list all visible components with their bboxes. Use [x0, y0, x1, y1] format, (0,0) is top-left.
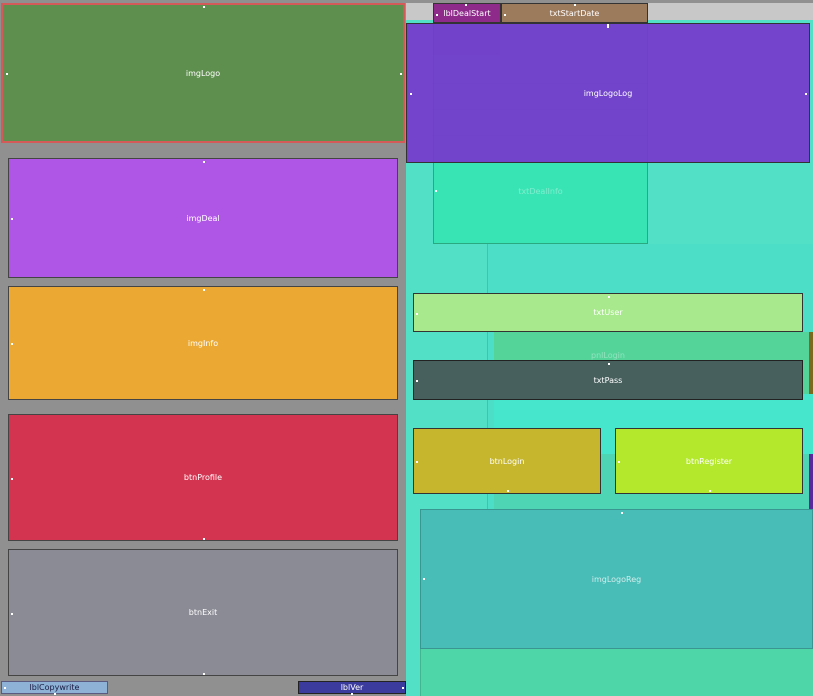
resize-handle[interactable] — [4, 687, 6, 689]
resize-handle[interactable] — [618, 461, 620, 463]
start-date-field-text: txtStartDate — [549, 8, 600, 18]
copyright-label-text: lblCopywrite — [29, 683, 80, 692]
copyright-label[interactable]: lblCopywrite — [1, 681, 108, 695]
resize-handle[interactable] — [709, 490, 711, 492]
deal-image-label: imgDeal — [186, 213, 220, 223]
profile-button-label: btnProfile — [183, 473, 223, 482]
resize-handle[interactable] — [416, 380, 418, 382]
resize-handle[interactable] — [203, 673, 205, 675]
deal-info-field-text: txtDealInfo — [518, 186, 563, 196]
resize-handle[interactable] — [11, 218, 13, 220]
register-panel-footer — [420, 649, 813, 696]
logo-image-label: imgLogo — [185, 68, 221, 78]
resize-handle[interactable] — [621, 512, 623, 514]
resize-handle[interactable] — [435, 190, 437, 192]
resize-handle[interactable] — [574, 4, 576, 6]
resize-handle[interactable] — [805, 93, 807, 95]
deal-start-label-text: lblDealStart — [443, 8, 491, 18]
login-logo-image[interactable]: imgLogoLog — [406, 23, 810, 163]
register-button-label: btnRegister — [685, 456, 733, 466]
deal-image[interactable]: imgDeal — [8, 158, 398, 278]
profile-button[interactable]: btnProfile — [8, 414, 398, 541]
info-image-label: imgInfo — [187, 338, 219, 348]
password-field-text: txtPass — [593, 375, 623, 385]
deal-info-field[interactable]: txtDealInfo — [433, 178, 648, 204]
resize-handle[interactable] — [351, 693, 353, 695]
login-logo-image-label: imgLogoLog — [583, 88, 633, 98]
resize-handle[interactable] — [54, 693, 56, 695]
login-panel-label: pnlLogin — [413, 350, 803, 360]
resize-handle[interactable] — [6, 73, 8, 75]
login-panel-label-text: pnlLogin — [591, 350, 625, 360]
panel-edge — [809, 332, 813, 394]
login-button-label: btnLogin — [489, 456, 525, 466]
info-image[interactable]: imgInfo — [8, 286, 398, 400]
resize-handle[interactable] — [608, 296, 610, 298]
resize-handle[interactable] — [11, 478, 13, 480]
resize-handle[interactable] — [423, 578, 425, 580]
register-logo-image-label: imgLogoReg — [591, 574, 642, 584]
resize-handle[interactable] — [203, 6, 205, 8]
resize-handle[interactable] — [504, 14, 506, 16]
password-field[interactable]: txtPass — [413, 360, 803, 400]
resize-handle[interactable] — [608, 363, 610, 365]
resize-handle[interactable] — [402, 687, 404, 689]
resize-handle[interactable] — [11, 613, 13, 615]
username-field[interactable]: txtUser — [413, 293, 803, 332]
resize-handle[interactable] — [203, 538, 205, 540]
logo-image[interactable]: imgLogo — [1, 3, 405, 143]
resize-handle[interactable] — [11, 343, 13, 345]
resize-handle[interactable] — [203, 161, 205, 163]
exit-button[interactable]: btnExit — [8, 549, 398, 676]
version-label-text: lblVer — [340, 683, 364, 692]
login-button[interactable]: btnLogin — [413, 428, 601, 494]
resize-handle[interactable] — [416, 313, 418, 315]
exit-button-label: btnExit — [188, 608, 218, 617]
resize-handle[interactable] — [436, 14, 438, 16]
deal-start-label[interactable]: lblDealStart — [433, 3, 501, 23]
version-label[interactable]: lblVer — [298, 681, 406, 695]
register-logo-image[interactable]: imgLogoReg — [420, 509, 813, 649]
resize-handle[interactable] — [410, 93, 412, 95]
start-date-field[interactable]: txtStartDate — [501, 3, 648, 26]
resize-handle[interactable] — [416, 461, 418, 463]
resize-handle[interactable] — [400, 73, 402, 75]
resize-handle[interactable] — [203, 289, 205, 291]
register-button[interactable]: btnRegister — [615, 428, 803, 494]
resize-handle[interactable] — [607, 26, 609, 28]
username-field-text: txtUser — [593, 308, 623, 317]
resize-handle[interactable] — [465, 4, 467, 6]
resize-handle[interactable] — [507, 490, 509, 492]
